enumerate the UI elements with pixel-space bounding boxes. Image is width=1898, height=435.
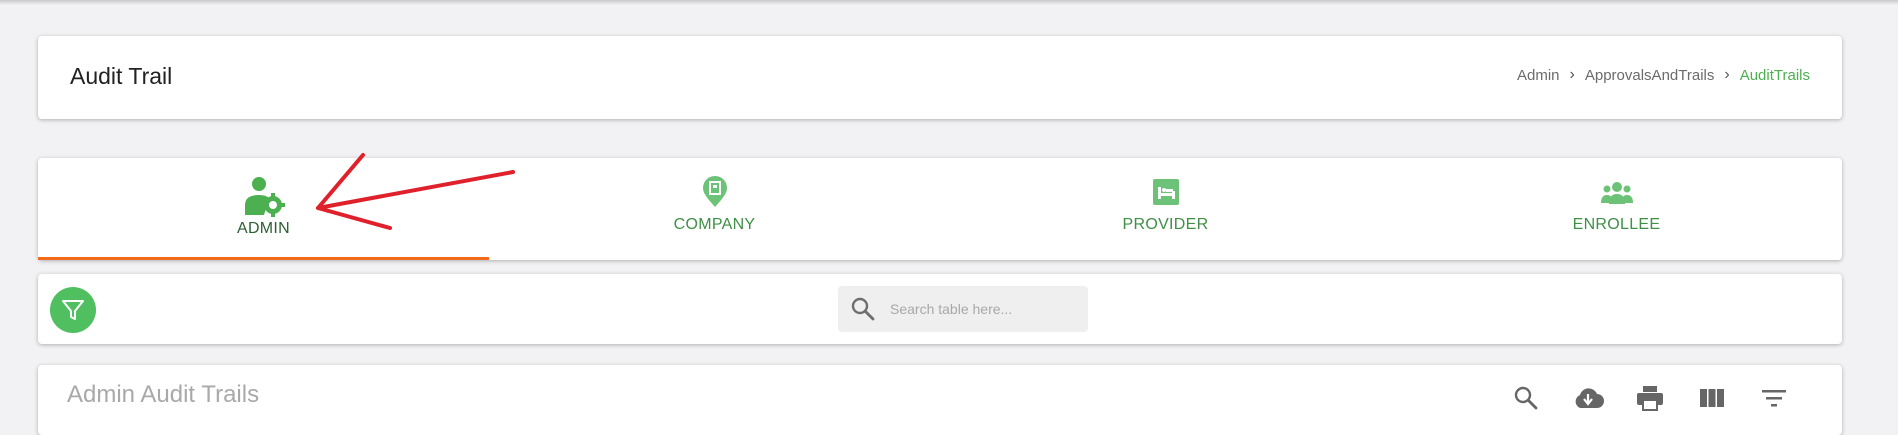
tab-label: ADMIN [236,220,291,237]
table-card: Admin Audit Trails [38,365,1842,435]
breadcrumb-item-audit-trails: AuditTrails [1739,66,1810,84]
tab-label: COMPANY [673,216,756,233]
tab-bar: ADMIN COMPANY PROVIDER ENROLLEE [38,158,1842,260]
tab-admin[interactable]: ADMIN [38,158,489,260]
filter-bar [38,274,1842,344]
top-shadow [0,0,1898,5]
view-columns-icon[interactable] [1696,383,1728,413]
admin-settings-icon [242,174,286,218]
search-input[interactable] [888,300,1072,318]
filter-list-icon[interactable] [1758,383,1790,413]
filter-icon [62,300,84,320]
chevron-right-icon: › [1724,66,1730,83]
page-header-card: Audit Trail Admin › ApprovalsAndTrails ›… [38,36,1842,119]
search-icon[interactable] [1510,383,1542,413]
table-search-box[interactable] [838,286,1088,332]
enrollee-group-icon [1600,176,1633,208]
print-icon[interactable] [1634,383,1666,413]
table-title: Admin Audit Trails [67,381,260,408]
table-toolbar [1510,383,1790,413]
filter-button[interactable] [50,287,96,333]
tab-label: PROVIDER [1122,216,1209,233]
chevron-right-icon: › [1569,66,1575,83]
provider-hospital-bed-icon [1152,176,1179,208]
tab-enrollee[interactable]: ENROLLEE [1391,158,1842,260]
tab-provider[interactable]: PROVIDER [940,158,1391,260]
breadcrumb-item-approvals[interactable]: ApprovalsAndTrails [1585,67,1715,84]
cloud-download-icon[interactable] [1572,383,1604,413]
breadcrumb-item-admin[interactable]: Admin [1517,67,1560,84]
breadcrumb: Admin › ApprovalsAndTrails › AuditTrails [1517,66,1810,84]
page-title: Audit Trail [70,63,173,89]
tab-company[interactable]: COMPANY [489,158,940,260]
tab-label: ENROLLEE [1572,216,1661,233]
company-location-icon [701,176,729,208]
search-icon [838,296,888,322]
